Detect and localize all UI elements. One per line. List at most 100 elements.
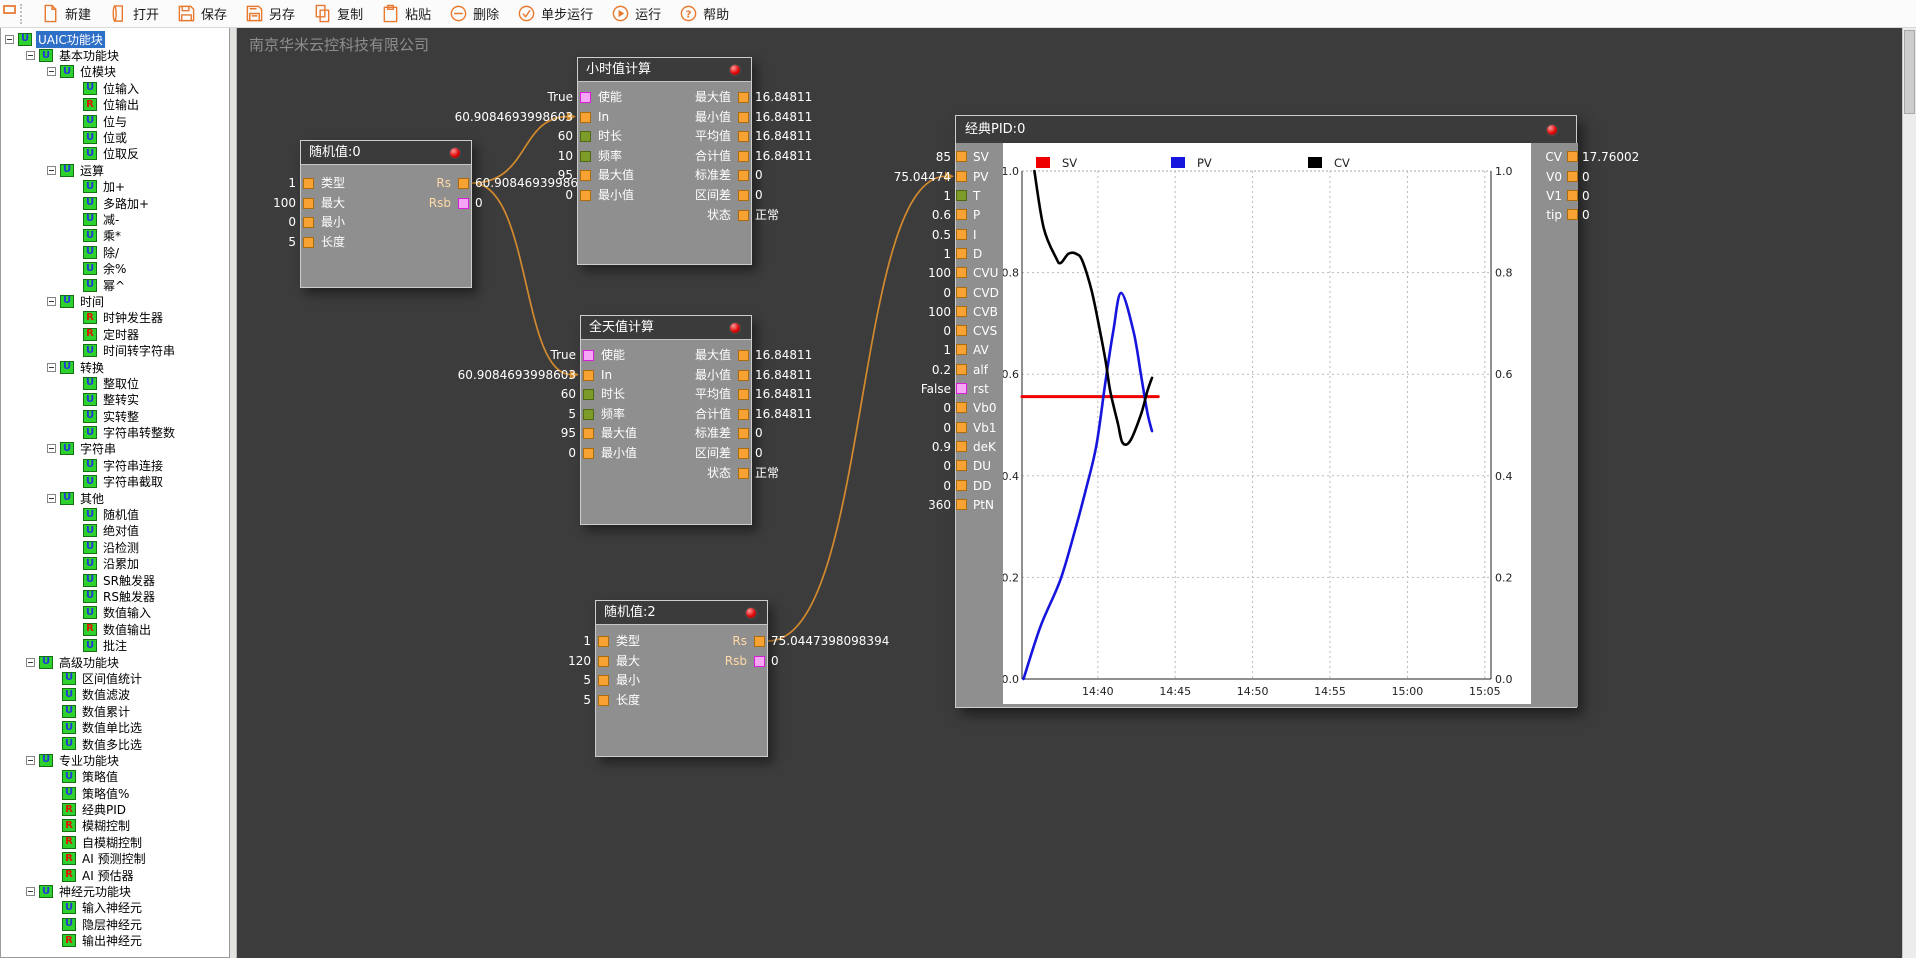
toolbar-help-button[interactable]: ?帮助: [670, 1, 738, 26]
output-port[interactable]: [738, 170, 749, 181]
input-port[interactable]: [956, 460, 967, 471]
output-port[interactable]: [738, 92, 749, 103]
tree-item--[interactable]: U转换: [1, 359, 229, 375]
tree-item--[interactable]: U幂^: [1, 277, 229, 293]
output-port[interactable]: [458, 198, 469, 209]
sidebar-splitter[interactable]: [230, 28, 237, 958]
toolbar-copy-button[interactable]: 复制: [304, 1, 372, 26]
output-port[interactable]: [1567, 151, 1578, 162]
input-port[interactable]: [956, 267, 967, 278]
tree-item--[interactable]: U策略值: [1, 769, 229, 785]
output-port[interactable]: [738, 112, 749, 123]
tree-item--[interactable]: R输出神经元: [1, 932, 229, 948]
input-port[interactable]: [956, 422, 967, 433]
tree-item-AI-[interactable]: RAI 预估器: [1, 867, 229, 883]
function-block-rand2[interactable]: 随机值:2类型1最大120最小5长度5Rs75.0447398098394Rsb…: [595, 600, 768, 757]
input-port[interactable]: [956, 383, 967, 394]
canvas-vertical-scrollbar[interactable]: [1902, 28, 1916, 958]
toolbar-step-run-button[interactable]: 单步运行: [508, 1, 602, 26]
tree-item--[interactable]: U绝对值: [1, 523, 229, 539]
tree-item--[interactable]: R数值输出: [1, 621, 229, 637]
toolbar-paste-button[interactable]: 粘贴: [372, 1, 440, 26]
tree-item--[interactable]: U字符串转整数: [1, 424, 229, 440]
output-port[interactable]: [754, 636, 765, 647]
tree-item--[interactable]: U区间值统计: [1, 670, 229, 686]
output-port[interactable]: [738, 370, 749, 381]
tree-item--[interactable]: U实转整: [1, 408, 229, 424]
input-port[interactable]: [956, 499, 967, 510]
tree-item--[interactable]: U数值单比选: [1, 719, 229, 735]
expand-toggle-icon[interactable]: [47, 363, 56, 372]
expand-toggle-icon[interactable]: [5, 35, 14, 44]
expand-toggle-icon[interactable]: [26, 887, 35, 896]
tree-item--[interactable]: U批注: [1, 637, 229, 653]
output-port[interactable]: [738, 448, 749, 459]
input-port[interactable]: [956, 209, 967, 220]
tree-item--[interactable]: U沿累加: [1, 556, 229, 572]
pid-title-bar[interactable]: 经典PID:0: [956, 116, 1576, 143]
output-port[interactable]: [738, 131, 749, 142]
toolbar-save-button[interactable]: 保存: [168, 1, 236, 26]
tree-item-RS-[interactable]: URS触发器: [1, 588, 229, 604]
input-port[interactable]: [956, 229, 967, 240]
tree-item--[interactable]: U字符串: [1, 441, 229, 457]
input-port[interactable]: [303, 217, 314, 228]
output-port[interactable]: [738, 350, 749, 361]
tree-item--[interactable]: U字符串连接: [1, 457, 229, 473]
tree-item--[interactable]: U其他: [1, 490, 229, 506]
output-port[interactable]: [1567, 171, 1578, 182]
scrollbar-thumb[interactable]: [1904, 30, 1915, 114]
input-port[interactable]: [956, 364, 967, 375]
tree-item--[interactable]: U多路加+: [1, 195, 229, 211]
tree-item--[interactable]: U数值输入: [1, 605, 229, 621]
toolbar-new-button[interactable]: 新建: [32, 1, 100, 26]
input-port[interactable]: [956, 344, 967, 355]
tree-item--[interactable]: R位输出: [1, 97, 229, 113]
tree-item--[interactable]: U基本功能块: [1, 47, 229, 63]
expand-toggle-icon[interactable]: [47, 67, 56, 76]
tree-item-UAIC-[interactable]: UUAIC功能块: [1, 31, 229, 47]
function-block-day[interactable]: 全天值计算使能TrueIn60.9084693998603时长60频率5最大值9…: [580, 315, 752, 525]
tree-item-AI-[interactable]: RAI 预测控制: [1, 851, 229, 867]
tree-item--[interactable]: U乘*: [1, 228, 229, 244]
input-port[interactable]: [303, 237, 314, 248]
output-port[interactable]: [458, 178, 469, 189]
tree-item--[interactable]: R模糊控制: [1, 818, 229, 834]
tree-item--[interactable]: U整转实: [1, 392, 229, 408]
expand-toggle-icon[interactable]: [26, 51, 35, 60]
input-port[interactable]: [956, 190, 967, 201]
expand-toggle-icon[interactable]: [47, 494, 56, 503]
tree-item--[interactable]: U除/: [1, 244, 229, 260]
output-port[interactable]: [738, 409, 749, 420]
pid-block-panel[interactable]: 经典PID:0SV85PV75.04474T1P0.6I0.5D1CVU100C…: [955, 115, 1577, 708]
function-block-rand0[interactable]: 随机值:0类型1最大100最小0长度5Rs60.9084693998603Rsb…: [300, 140, 472, 288]
function-block-hour[interactable]: 小时值计算使能TrueIn60.9084693998603时长60频率10最大值…: [577, 57, 752, 265]
tree-item--[interactable]: U沿检测: [1, 539, 229, 555]
output-port[interactable]: [1567, 209, 1578, 220]
block-title-bar[interactable]: 全天值计算: [581, 316, 751, 340]
tree-item--[interactable]: U时间: [1, 293, 229, 309]
tree-item--[interactable]: U输入神经元: [1, 900, 229, 916]
output-port[interactable]: [738, 389, 749, 400]
tree-item--[interactable]: U减-: [1, 211, 229, 227]
tree-item--[interactable]: R时钟发生器: [1, 310, 229, 326]
tree-item--[interactable]: U策略值%: [1, 785, 229, 801]
tree-item--[interactable]: U整取位: [1, 375, 229, 391]
input-port[interactable]: [956, 248, 967, 259]
tree-item--[interactable]: R自模糊控制: [1, 834, 229, 850]
tree-item--[interactable]: U位输入: [1, 80, 229, 96]
toolbar-run-button[interactable]: 运行: [602, 1, 670, 26]
input-port[interactable]: [956, 480, 967, 491]
output-port[interactable]: [738, 428, 749, 439]
input-port[interactable]: [956, 306, 967, 317]
expand-toggle-icon[interactable]: [47, 444, 56, 453]
block-title-bar[interactable]: 小时值计算: [578, 58, 751, 82]
output-port[interactable]: [754, 656, 765, 667]
tree-item--[interactable]: U数值多比选: [1, 736, 229, 752]
tree-item--[interactable]: U随机值: [1, 506, 229, 522]
tree-item--[interactable]: U高级功能块: [1, 654, 229, 670]
expand-toggle-icon[interactable]: [26, 756, 35, 765]
expand-toggle-icon[interactable]: [47, 297, 56, 306]
input-port[interactable]: [598, 675, 609, 686]
tree-item--[interactable]: U隐层神经元: [1, 916, 229, 932]
